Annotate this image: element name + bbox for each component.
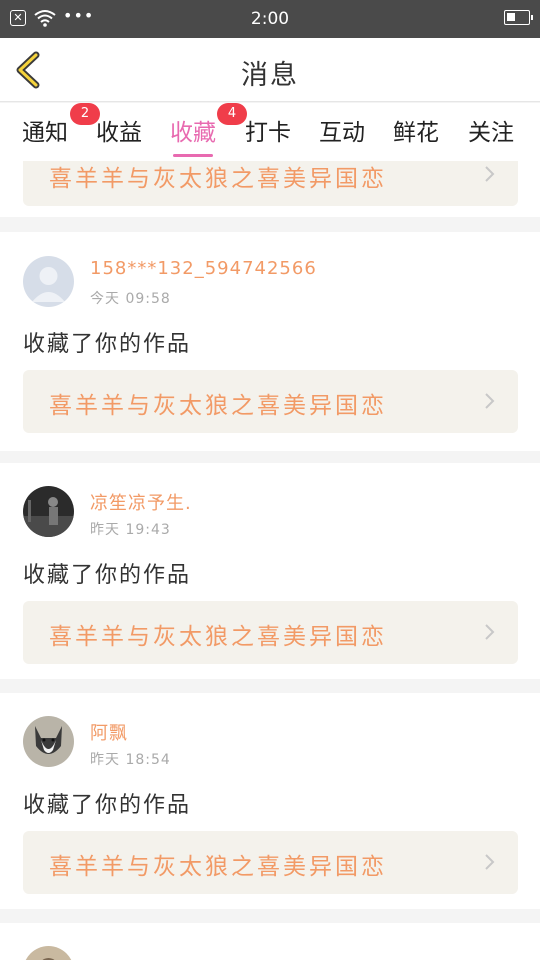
tab-favorites[interactable]: 收藏 4	[170, 103, 247, 157]
message-list[interactable]: 喜羊羊与灰太狼之喜美异国恋 158***132_594742566 今天 09:…	[0, 161, 540, 960]
message-card	[0, 923, 540, 960]
tab-following[interactable]: 关注	[468, 113, 514, 153]
chevron-right-icon	[485, 624, 495, 640]
chevron-right-icon	[485, 854, 495, 870]
message-card: 喜羊羊与灰太狼之喜美异国恋	[0, 161, 540, 217]
chevron-right-icon	[485, 166, 495, 182]
user-name[interactable]: 158***132_594742566	[90, 258, 317, 279]
tab-flowers[interactable]: 鲜花	[393, 113, 439, 153]
message-text: 收藏了你的作品	[23, 563, 192, 588]
work-link[interactable]: 喜羊羊与灰太狼之喜美异国恋	[23, 370, 518, 433]
status-bar: ✕ ••• 2:00	[0, 0, 540, 38]
tab-label: 互动	[319, 120, 365, 146]
active-tab-indicator	[173, 154, 213, 157]
avatar[interactable]	[23, 946, 74, 960]
message-card: 158***132_594742566 今天 09:58 收藏了你的作品 喜羊羊…	[0, 232, 540, 451]
tab-notifications[interactable]: 通知 2	[22, 103, 100, 153]
message-text: 收藏了你的作品	[23, 332, 192, 357]
work-link[interactable]: 喜羊羊与灰太狼之喜美异国恋	[23, 831, 518, 894]
tab-label: 收益	[96, 120, 142, 146]
work-link[interactable]: 喜羊羊与灰太狼之喜美异国恋	[23, 601, 518, 664]
tab-interaction[interactable]: 互动	[319, 113, 365, 153]
avatar[interactable]	[23, 486, 74, 537]
tab-label: 收藏	[170, 120, 216, 146]
status-time: 2:00	[250, 9, 290, 29]
tab-label: 打卡	[245, 120, 291, 146]
message-time: 昨天 19:43	[90, 522, 171, 538]
chevron-right-icon	[485, 393, 495, 409]
tab-checkin[interactable]: 打卡	[245, 113, 291, 153]
work-title: 喜羊羊与灰太狼之喜美异国恋	[49, 393, 387, 419]
message-text: 收藏了你的作品	[23, 793, 192, 818]
tab-bar: 通知 2 收益 收藏 4 打卡 互动 鲜花 关注	[0, 103, 540, 161]
work-link[interactable]: 喜羊羊与灰太狼之喜美异国恋	[23, 161, 518, 206]
tab-label: 鲜花	[393, 120, 439, 146]
message-card: 阿飘 昨天 18:54 收藏了你的作品 喜羊羊与灰太狼之喜美异国恋	[0, 693, 540, 909]
avatar[interactable]	[23, 716, 74, 767]
message-time: 昨天 18:54	[90, 752, 171, 768]
page-title: 消息	[241, 60, 299, 91]
tab-label: 通知	[22, 120, 68, 146]
user-name[interactable]: 凉笙凉予生.	[90, 489, 192, 515]
tab-earnings[interactable]: 收益	[96, 113, 142, 153]
work-title: 喜羊羊与灰太狼之喜美异国恋	[49, 624, 387, 650]
avatar[interactable]	[23, 256, 74, 307]
badge-count: 4	[217, 103, 247, 125]
tab-label: 关注	[468, 120, 514, 146]
message-card: 凉笙凉予生. 昨天 19:43 收藏了你的作品 喜羊羊与灰太狼之喜美异国恋	[0, 463, 540, 679]
header: 消息	[0, 38, 540, 102]
work-title: 喜羊羊与灰太狼之喜美异国恋	[49, 854, 387, 880]
user-name[interactable]: 阿飘	[90, 719, 128, 745]
message-time: 今天 09:58	[90, 291, 171, 307]
work-title: 喜羊羊与灰太狼之喜美异国恋	[49, 166, 387, 192]
battery-icon	[504, 10, 533, 25]
